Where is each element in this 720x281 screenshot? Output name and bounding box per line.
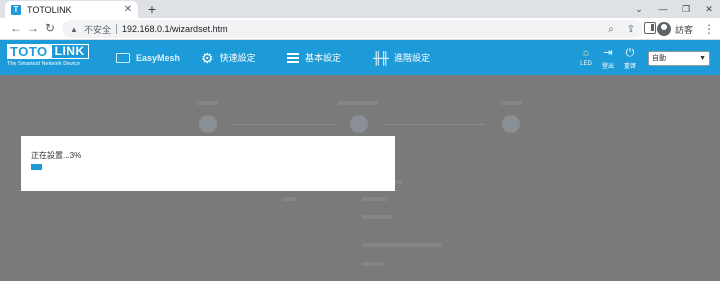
nav-quick-setup-label: 快速設定 <box>219 53 256 63</box>
browser-tab[interactable]: T TOTOLINK ✕ <box>5 1 138 18</box>
progress-bar <box>31 164 371 170</box>
restore-icon[interactable]: ❐ <box>675 1 697 17</box>
router-header: TOTO LINK The Smartest Network Device Ea… <box>0 40 720 75</box>
address-bar[interactable]: ▲ 不安全 192.168.0.1/wizardset.htm ⌕ ⇪ <box>62 20 643 38</box>
form-value-placeholder <box>362 215 392 219</box>
logout-button[interactable]: ⇥ 登出 <box>598 47 618 70</box>
logo-wordmark: TOTO LINK <box>7 44 99 59</box>
nav-easymesh-label: EasyMesh <box>136 52 181 63</box>
progress-status-text: 正在設置...3% <box>31 151 82 160</box>
reboot-label: 重啓 <box>623 64 636 70</box>
led-label: LED <box>580 61 592 67</box>
divider <box>116 24 118 34</box>
url-text[interactable]: 192.168.0.1/wizardset.htm <box>122 24 228 34</box>
logo-toto: TOTO <box>7 44 51 59</box>
omnibox-actions: ⌕ ⇪ <box>603 24 643 35</box>
menu-dots-icon[interactable]: ⋮ <box>702 21 716 37</box>
step-circle <box>502 115 520 133</box>
nav-easymesh[interactable]: EasyMesh <box>116 40 180 75</box>
form-label-placeholder <box>283 197 297 201</box>
favicon-icon: T <box>11 4 21 15</box>
progress-bar-fill <box>31 164 42 170</box>
language-selected: 自動 <box>652 55 666 62</box>
profile-label: 訪客 <box>675 24 694 35</box>
chevron-down-icon: ▼ <box>699 55 706 62</box>
new-tab-icon[interactable]: + <box>144 1 160 17</box>
sliders-icon: ╫╫ <box>373 50 389 65</box>
form-value-placeholder <box>362 197 388 201</box>
led-icon: ☼ <box>580 47 592 59</box>
reload-icon[interactable]: ↻ <box>42 20 58 36</box>
minimize-icon[interactable]: — <box>652 1 674 17</box>
magnifier-icon[interactable]: ⌕ <box>603 24 619 35</box>
step-label-placeholder <box>338 101 378 105</box>
form-value-placeholder <box>362 262 384 266</box>
step-connector <box>385 124 485 125</box>
logo-tagline: The Smartest Network Device <box>7 61 81 67</box>
nav-advanced-setup-label: 進階設定 <box>394 53 431 63</box>
arrow-right-icon[interactable]: → <box>25 20 41 36</box>
step-circle <box>350 115 368 133</box>
browser-tab-strip: T TOTOLINK ✕ + ⌄ — ❐ ✕ <box>0 0 720 18</box>
screen: T TOTOLINK ✕ + ⌄ — ❐ ✕ ← → ↻ ▲ 不安全 192.1… <box>0 0 720 281</box>
insecure-label[interactable]: 不安全 <box>84 23 111 36</box>
browser-toolbar: ← → ↻ ▲ 不安全 192.168.0.1/wizardset.htm ⌕ … <box>0 18 720 40</box>
gear-icon: ⚙ <box>201 49 214 66</box>
logout-label: 登出 <box>601 64 614 70</box>
logout-icon: ⇥ <box>603 47 613 59</box>
totolink-logo[interactable]: TOTO LINK The Smartest Network Device <box>7 44 99 71</box>
step-label-placeholder <box>196 101 218 105</box>
list-icon <box>287 52 299 63</box>
nav-basic-setup-label: 基本設定 <box>305 53 342 63</box>
step-circle <box>199 115 217 133</box>
warning-icon[interactable]: ▲ <box>70 25 79 34</box>
logo-link: LINK <box>50 44 89 59</box>
reboot-button[interactable]: ⏻ 重啓 <box>620 47 640 70</box>
power-icon: ⏻ <box>625 47 635 59</box>
tab-title: TOTOLINK <box>27 4 72 15</box>
profile-button[interactable]: 訪客 <box>657 20 693 38</box>
led-button[interactable]: ☼ LED <box>576 47 596 67</box>
profile-icon <box>657 22 671 36</box>
share-icon[interactable]: ⇪ <box>623 24 639 35</box>
chevron-down-icon[interactable]: ⌄ <box>628 1 650 17</box>
mesh-icon <box>116 52 130 63</box>
form-value-placeholder <box>362 243 442 247</box>
arrow-left-icon[interactable]: ← <box>8 20 24 36</box>
close-window-icon[interactable]: ✕ <box>698 1 720 17</box>
language-select[interactable]: 自動 ▼ <box>648 51 710 66</box>
nav-advanced-setup[interactable]: ╫╫ 進階設定 <box>373 40 430 75</box>
step-connector <box>234 124 334 125</box>
step-label-placeholder <box>500 101 522 105</box>
tab-close-icon[interactable]: ✕ <box>121 4 135 15</box>
progress-dialog: 正在設置...3% <box>21 136 395 191</box>
nav-quick-setup[interactable]: ⚙ 快速設定 <box>201 40 256 75</box>
nav-basic-setup[interactable]: 基本設定 <box>287 40 341 75</box>
side-panel-icon[interactable] <box>644 22 656 34</box>
